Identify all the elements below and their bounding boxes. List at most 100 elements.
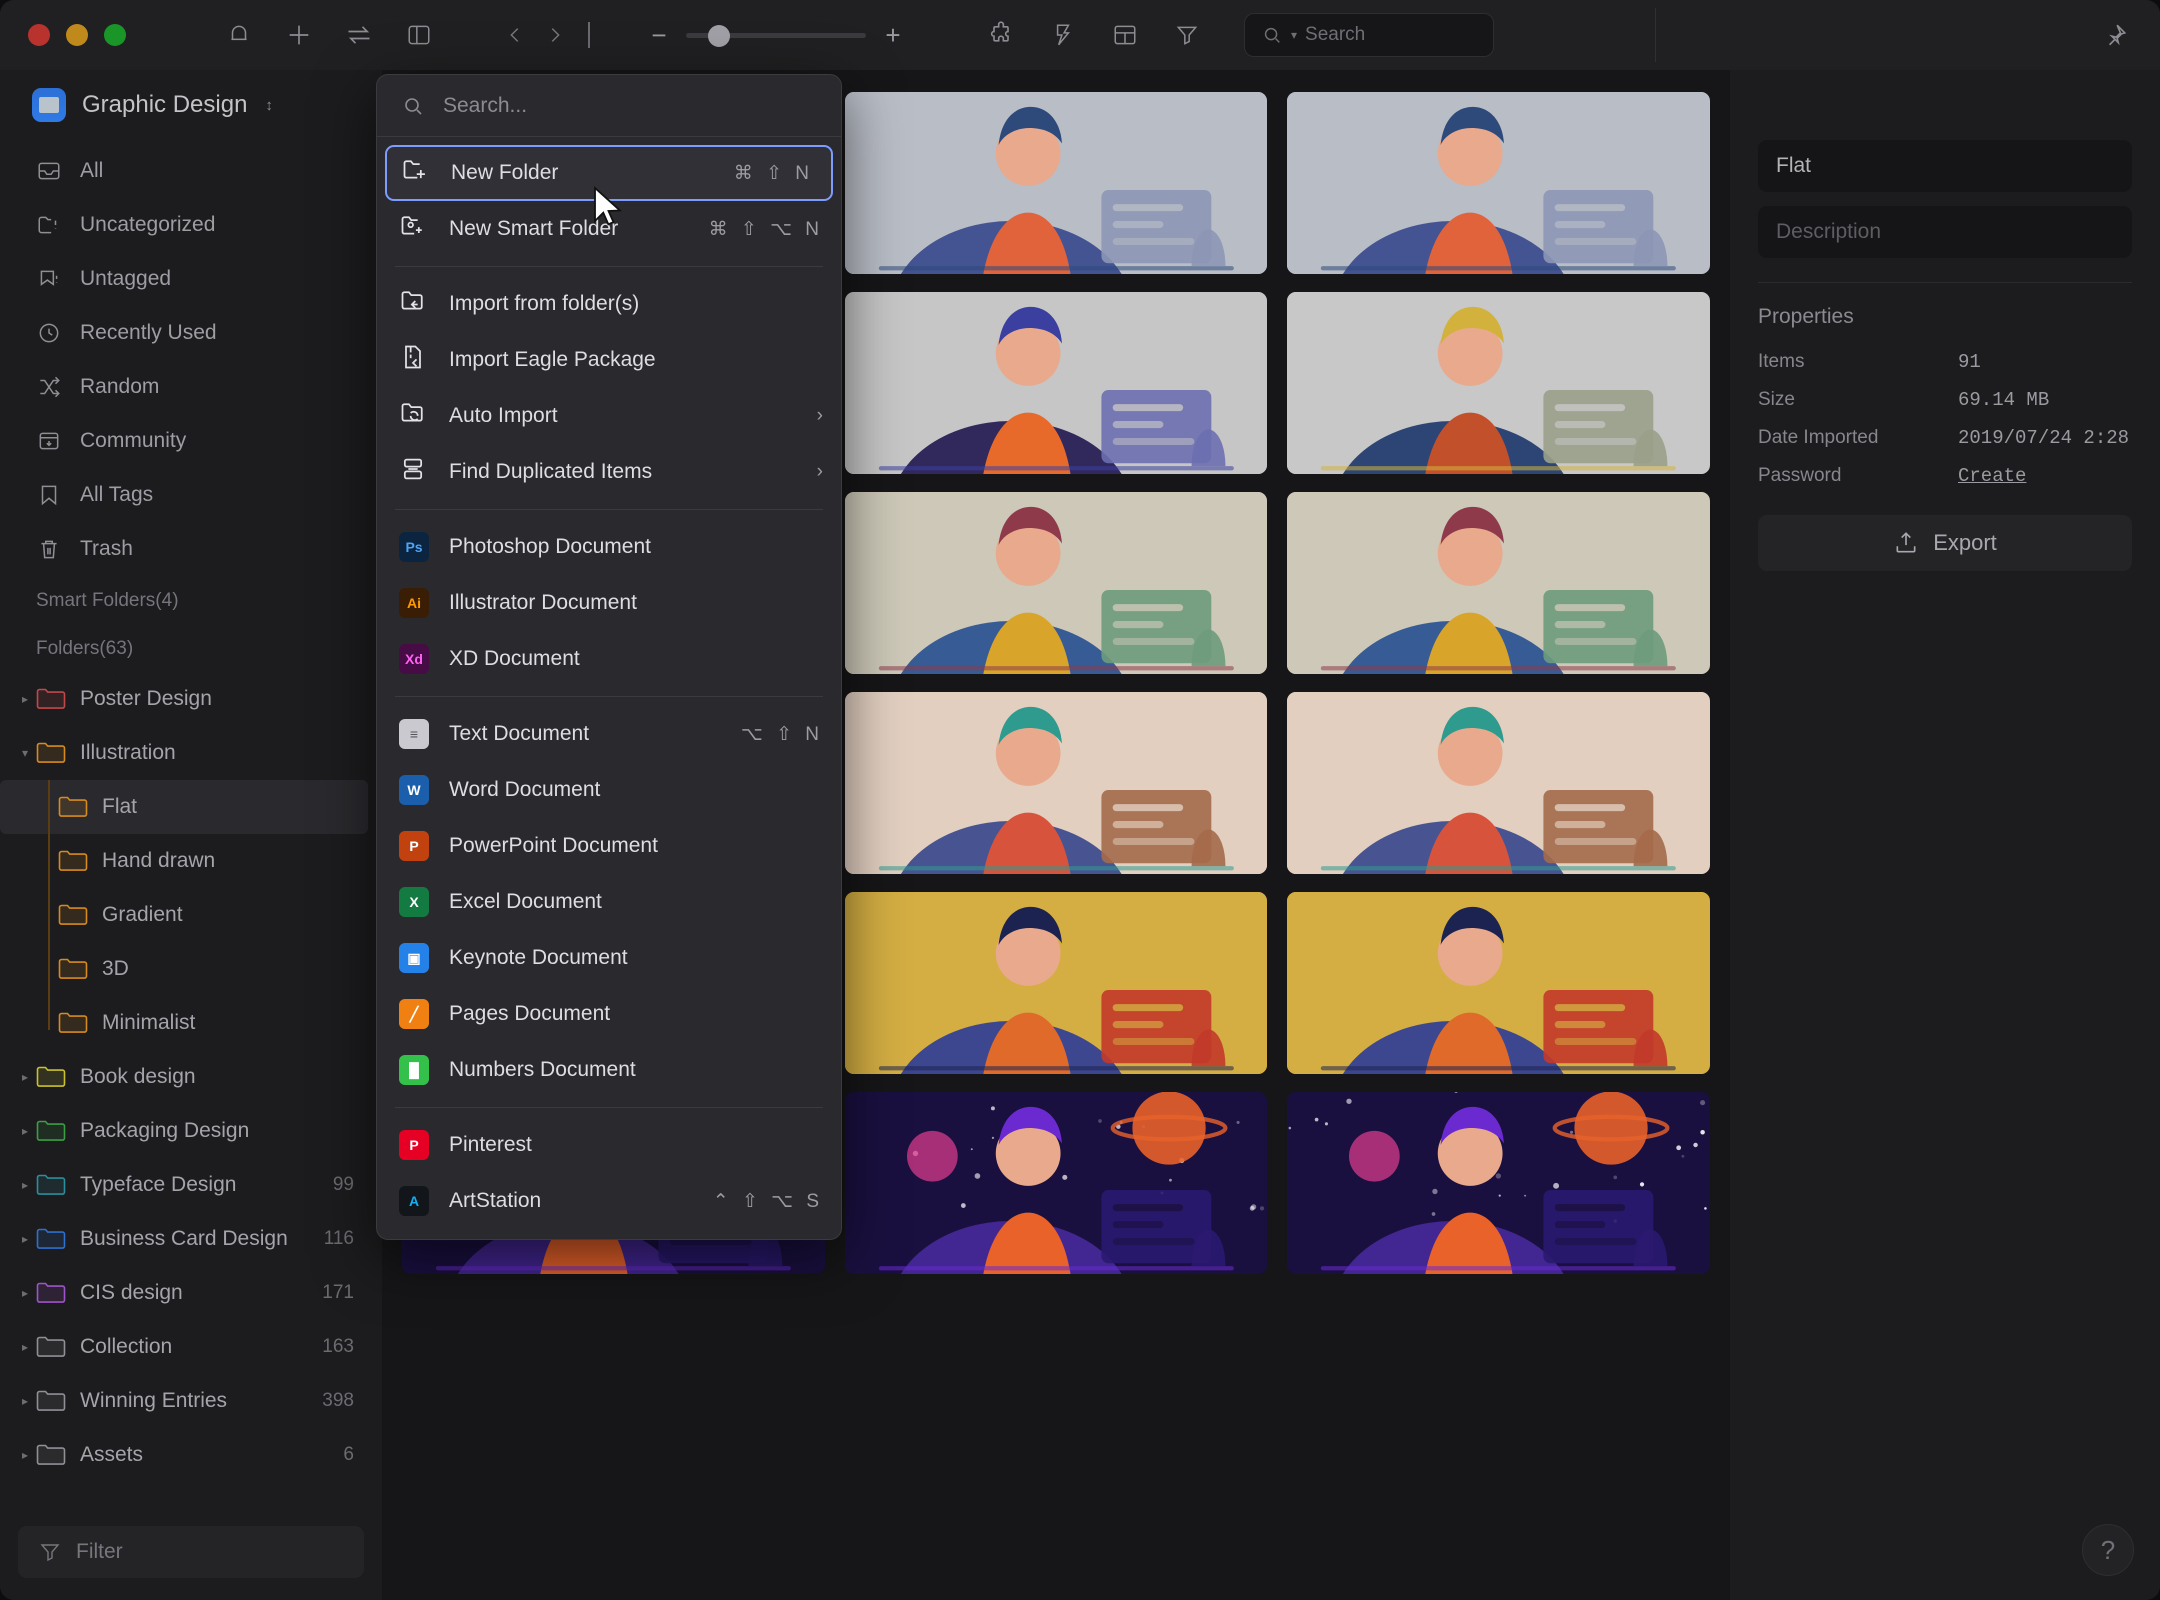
- folder-icon: [36, 687, 66, 711]
- menu-item-pages-document[interactable]: ╱ Pages Document: [377, 986, 841, 1042]
- bell-icon[interactable]: [222, 18, 256, 52]
- sidebar-folder-hand-drawn[interactable]: Hand drawn: [0, 834, 382, 888]
- chevron-down-icon[interactable]: ▾: [14, 746, 36, 760]
- folder-label: Typeface Design: [80, 1173, 333, 1197]
- sidebar-folder-3d[interactable]: 3D: [0, 942, 382, 996]
- sidebar-item-random[interactable]: Random: [0, 360, 382, 414]
- sidebar-item-uncategorized[interactable]: Uncategorized: [0, 198, 382, 252]
- zoom-slider-handle[interactable]: [708, 25, 730, 47]
- thumbnail-illustration-man-fishing-cat[interactable]: [1287, 292, 1710, 474]
- plus-icon[interactable]: [282, 18, 316, 52]
- thumbnail-illustration-old-man-armchair-pipe[interactable]: [845, 892, 1268, 1074]
- thumbnail-illustration-woman-laptop-plant[interactable]: [1287, 692, 1710, 874]
- minimize-button[interactable]: [66, 24, 88, 46]
- thumbnail-illustration-man-reading-book-coffee[interactable]: [1287, 492, 1710, 674]
- chevron-right-icon[interactable]: ▸: [14, 1070, 36, 1084]
- sidebar-folder-typeface-design[interactable]: ▸ Typeface Design 99: [0, 1158, 382, 1212]
- sidebar-folder-packaging-design[interactable]: ▸ Packaging Design: [0, 1104, 382, 1158]
- sidebar-folder-cis-design[interactable]: ▸ CIS design 171: [0, 1266, 382, 1320]
- zoom-slider[interactable]: [686, 33, 866, 38]
- zoom-button[interactable]: [104, 24, 126, 46]
- sidebar-folder-assets[interactable]: ▸ Assets 6: [0, 1428, 382, 1482]
- folder-icon: [36, 1065, 66, 1089]
- library-selector[interactable]: Graphic Design ↕: [0, 70, 382, 138]
- sidebar-toggle-icon[interactable]: [402, 18, 436, 52]
- sidebar-folder-illustration[interactable]: ▾ Illustration: [0, 726, 382, 780]
- folder-title-field[interactable]: Flat: [1758, 140, 2132, 192]
- sidebar-item-community[interactable]: Community: [0, 414, 382, 468]
- sidebar-folder-flat[interactable]: Flat: [0, 780, 368, 834]
- export-button[interactable]: Export: [1758, 515, 2132, 571]
- menu-item-artstation[interactable]: A ArtStation ⌃ ⇧ ⌥ S: [377, 1173, 841, 1229]
- thumbnail-illustration-gardener-watering-cat[interactable]: [845, 492, 1268, 674]
- folder-description-field[interactable]: Description: [1758, 206, 2132, 258]
- chevron-right-icon[interactable]: ›: [817, 405, 823, 427]
- menu-item-excel-document[interactable]: X Excel Document: [377, 874, 841, 930]
- folder-icon: [36, 1335, 66, 1359]
- menu-item-numbers-document[interactable]: █ Numbers Document: [377, 1042, 841, 1098]
- sidebar-folder-winning-entries[interactable]: ▸ Winning Entries 398: [0, 1374, 382, 1428]
- layout-icon[interactable]: [1108, 18, 1142, 52]
- sidebar-item-all[interactable]: All: [0, 144, 382, 198]
- menu-item-new-smart-folder[interactable]: New Smart Folder ⌘ ⇧ ⌥ N: [377, 201, 841, 257]
- thumbnail-illustration-bus-stop-people[interactable]: [1287, 892, 1710, 1074]
- zoom-out-button[interactable]: −: [648, 22, 670, 48]
- menu-item-find-duplicated-items[interactable]: Find Duplicated Items ›: [377, 444, 841, 500]
- menu-item-powerpoint-document[interactable]: P PowerPoint Document: [377, 818, 841, 874]
- menu-item-new-folder[interactable]: New Folder ⌘ ⇧ N: [385, 145, 833, 201]
- menu-item-text-document[interactable]: ≡ Text Document ⌥ ⇧ N: [377, 706, 841, 762]
- chevron-right-icon[interactable]: ▸: [14, 1178, 36, 1192]
- chevron-right-icon[interactable]: ▸: [14, 1340, 36, 1354]
- chevron-right-icon[interactable]: ›: [817, 461, 823, 483]
- chevron-right-icon[interactable]: ▸: [14, 1124, 36, 1138]
- chevron-right-icon[interactable]: ▸: [14, 1394, 36, 1408]
- pin-icon[interactable]: [2098, 18, 2132, 52]
- zoom-in-button[interactable]: +: [882, 22, 904, 48]
- menu-item-import-from-folder-s-[interactable]: Import from folder(s): [377, 276, 841, 332]
- sidebar-folder-book-design[interactable]: ▸ Book design: [0, 1050, 382, 1104]
- puzzle-icon[interactable]: [984, 18, 1018, 52]
- sidebar-folder-collection[interactable]: ▸ Collection 163: [0, 1320, 382, 1374]
- help-button[interactable]: ?: [2082, 1524, 2134, 1576]
- sidebar-item-recently-used[interactable]: Recently Used: [0, 306, 382, 360]
- thumbnail-illustration-space-planets[interactable]: [845, 1092, 1268, 1274]
- sidebar-folder-poster-design[interactable]: ▸ Poster Design: [0, 672, 382, 726]
- filter-icon[interactable]: [1170, 18, 1204, 52]
- thumbnail-illustration-father-child-telescope[interactable]: [845, 292, 1268, 474]
- menu-item-word-document[interactable]: W Word Document: [377, 762, 841, 818]
- thumbnail-illustration-woman-laptop-cat[interactable]: [845, 92, 1268, 274]
- thumbnail-illustration-man-child-lamp[interactable]: [845, 692, 1268, 874]
- sidebar-folder-business-card-design[interactable]: ▸ Business Card Design 116: [0, 1212, 382, 1266]
- property-value[interactable]: Create: [1958, 465, 2026, 487]
- sidebar-item-untagged[interactable]: Untagged: [0, 252, 382, 306]
- chevron-right-icon[interactable]: ▸: [14, 1448, 36, 1462]
- search-input[interactable]: ▾ Search: [1244, 13, 1494, 57]
- transfer-icon[interactable]: [342, 18, 376, 52]
- back-button[interactable]: [500, 18, 530, 52]
- folder-label: Business Card Design: [80, 1227, 324, 1251]
- chevron-right-icon[interactable]: ▸: [14, 1286, 36, 1300]
- filter-input[interactable]: Filter: [18, 1526, 364, 1578]
- sidebar-item-label: All: [80, 159, 103, 183]
- menu-item-illustrator-document[interactable]: Ai Illustrator Document: [377, 575, 841, 631]
- menu-item-pinterest[interactable]: P Pinterest: [377, 1117, 841, 1173]
- close-button[interactable]: [28, 24, 50, 46]
- sidebar-folder-gradient[interactable]: Gradient: [0, 888, 382, 942]
- sidebar-item-trash[interactable]: Trash: [0, 522, 382, 576]
- chevron-right-icon[interactable]: ▸: [14, 692, 36, 706]
- sidebar-item-all-tags[interactable]: All Tags: [0, 468, 382, 522]
- menu-item-photoshop-document[interactable]: Ps Photoshop Document: [377, 519, 841, 575]
- menu-item-auto-import[interactable]: Auto Import ›: [377, 388, 841, 444]
- lightning-icon[interactable]: [1046, 18, 1080, 52]
- menu-item-keynote-document[interactable]: ▣ Keynote Document: [377, 930, 841, 986]
- context-menu-search-input[interactable]: Search...: [377, 75, 841, 137]
- forward-button[interactable]: [540, 18, 570, 52]
- search-scope-chevron-icon[interactable]: ▾: [1291, 28, 1297, 42]
- thumbnail-illustration-woman-purple-leaves[interactable]: [1287, 1092, 1710, 1274]
- thumbnail-illustration-person-phone-sofa[interactable]: [1287, 92, 1710, 274]
- menu-item-xd-document[interactable]: Xd XD Document: [377, 631, 841, 687]
- chevron-updown-icon[interactable]: ↕: [265, 97, 273, 114]
- menu-item-import-eagle-package[interactable]: Import Eagle Package: [377, 332, 841, 388]
- sidebar-folder-minimalist[interactable]: Minimalist: [0, 996, 382, 1050]
- chevron-right-icon[interactable]: ▸: [14, 1232, 36, 1246]
